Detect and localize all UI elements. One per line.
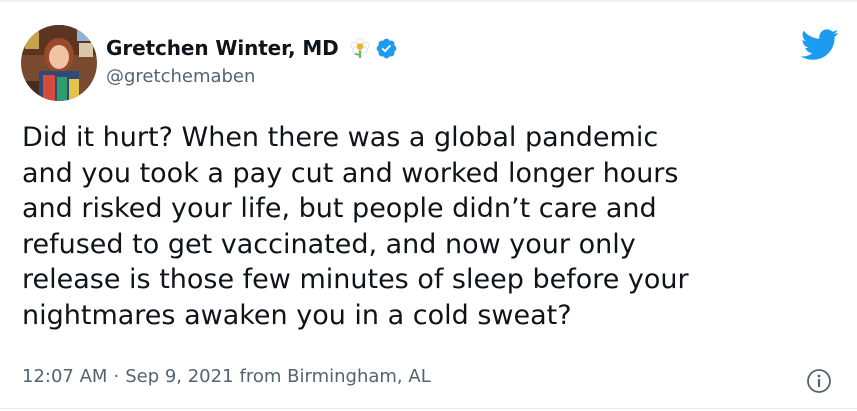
author-handle[interactable]: @gretchemaben	[106, 66, 255, 87]
tweet-time[interactable]: 12:07 AM	[22, 366, 107, 387]
tweet-text-line: release is those few minutes of sleep be…	[22, 264, 689, 296]
tweet-metadata: 12:07 AM · Sep 9, 2021 from Birmingham, …	[22, 366, 431, 387]
avatar-image	[21, 25, 97, 101]
bottom-divider	[0, 408, 857, 409]
twitter-bird-icon[interactable]	[800, 29, 839, 61]
tweet-location: from Birmingham, AL	[239, 366, 431, 387]
tweet-text: Did it hurt? When there was a global pan…	[22, 120, 837, 334]
tweet-text-line: and you took a pay cut and worked longer…	[22, 157, 679, 189]
flower-icon	[349, 37, 371, 59]
top-divider	[0, 0, 857, 2]
tweet-card: Gretchen Winter, MD @gretchemaben Did it…	[0, 0, 857, 411]
tweet-date[interactable]: Sep 9, 2021	[125, 366, 233, 387]
tweet-text-line: and risked your life, but people didn’t …	[22, 193, 657, 225]
tweet-text-line: nightmares awaken you in a cold sweat?	[22, 299, 572, 331]
tweet-text-line: refused to get vaccinated, and now your …	[22, 228, 636, 260]
author-name-row: Gretchen Winter, MD	[106, 35, 398, 61]
meta-separator: ·	[113, 366, 120, 387]
author-display-name[interactable]: Gretchen Winter, MD	[106, 36, 339, 60]
verified-badge-icon	[375, 37, 398, 60]
info-icon[interactable]	[806, 368, 832, 394]
avatar[interactable]	[21, 25, 97, 101]
tweet-text-line: Did it hurt? When there was a global pan…	[22, 122, 659, 153]
